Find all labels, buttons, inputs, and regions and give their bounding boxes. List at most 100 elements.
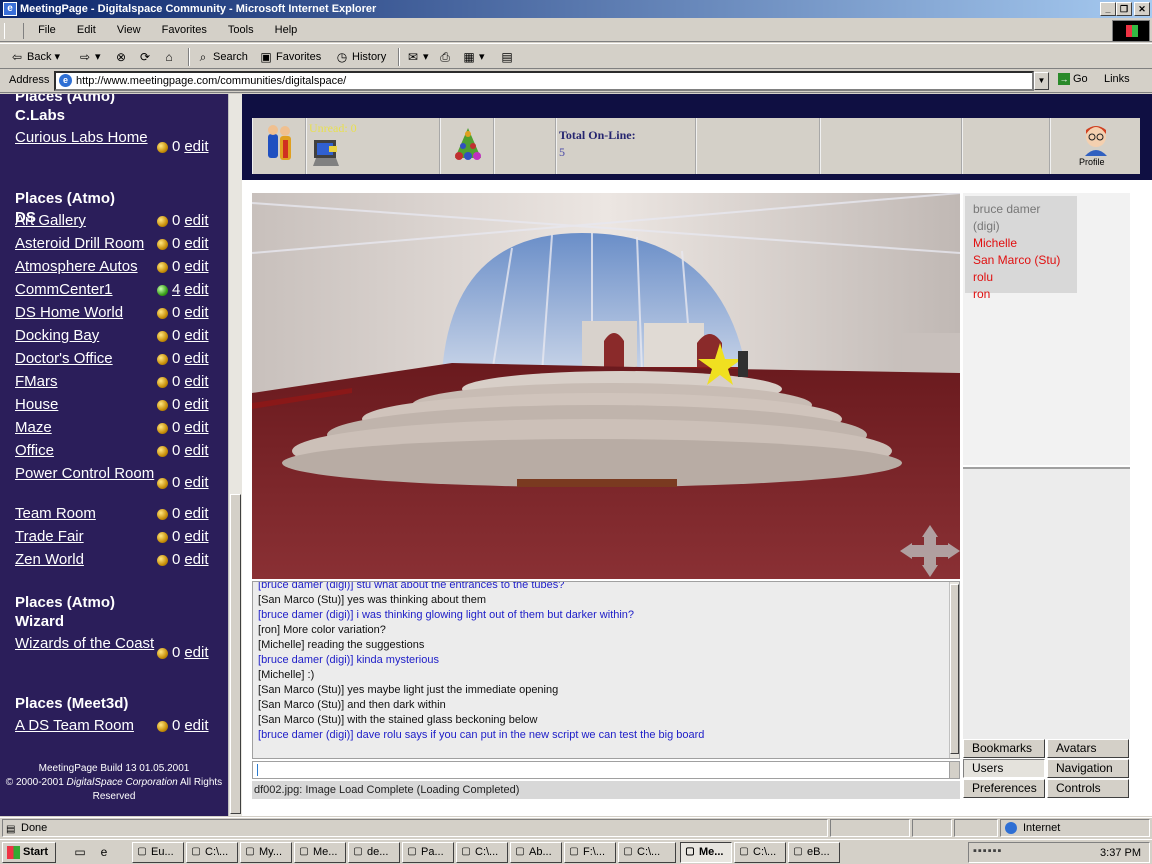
- place-link[interactable]: FMars: [15, 373, 155, 391]
- profile-button[interactable]: Profile: [1050, 118, 1140, 174]
- ie-quicklaunch-icon[interactable]: e: [96, 844, 112, 860]
- edit-place-link[interactable]: edit: [184, 235, 208, 252]
- tab-controls[interactable]: Controls: [1047, 779, 1129, 798]
- favorites-button[interactable]: ▣ Favorites: [259, 47, 321, 67]
- edit-place-link[interactable]: edit: [184, 644, 208, 661]
- links-button[interactable]: Links: [1104, 73, 1130, 85]
- edit-place-link[interactable]: edit: [184, 327, 208, 344]
- community-button[interactable]: [440, 118, 494, 174]
- back-dropdown-icon[interactable]: ▾: [55, 51, 61, 63]
- menu-tools[interactable]: Tools: [219, 20, 263, 40]
- minimize-button[interactable]: _: [1100, 2, 1116, 16]
- place-link[interactable]: Office: [15, 442, 155, 460]
- place-link[interactable]: Atmosphere Autos: [15, 258, 155, 276]
- back-button[interactable]: ⇦ Back ▾: [10, 47, 60, 67]
- place-link[interactable]: CommCenter1: [15, 281, 155, 299]
- taskbar-button[interactable]: ▢ eB...: [788, 842, 840, 863]
- edit-place-link[interactable]: edit: [184, 419, 208, 436]
- start-button[interactable]: Start: [2, 842, 56, 863]
- people-button[interactable]: [252, 118, 306, 174]
- place-link[interactable]: DS Home World: [15, 304, 155, 322]
- stop-button[interactable]: ⊗: [114, 47, 131, 67]
- menu-view[interactable]: View: [108, 20, 150, 40]
- home-button[interactable]: ⌂: [162, 47, 179, 67]
- edit-place-link[interactable]: edit: [184, 304, 208, 321]
- edit-place-link[interactable]: edit: [184, 528, 208, 545]
- tab-users[interactable]: Users: [963, 759, 1045, 778]
- show-desktop-icon[interactable]: ▭: [72, 844, 88, 860]
- mail-dropdown-icon[interactable]: ▾: [423, 51, 429, 63]
- edit-place-link[interactable]: edit: [184, 551, 208, 568]
- edit-place-link[interactable]: edit: [184, 258, 208, 275]
- user-list-item[interactable]: Michelle: [973, 235, 1069, 252]
- taskbar-button[interactable]: ▢ Me...: [294, 842, 346, 863]
- place-link[interactable]: Trade Fair: [15, 528, 155, 546]
- sidebar-scroll-thumb[interactable]: [230, 494, 241, 814]
- address-dropdown-button[interactable]: ▼: [1034, 72, 1049, 90]
- user-list-item[interactable]: San Marco (Stu): [973, 252, 1069, 269]
- unread-messages-button[interactable]: Unread: 0: [306, 118, 440, 174]
- chat-send-button[interactable]: [949, 762, 959, 778]
- place-link[interactable]: Asteroid Drill Room: [15, 235, 155, 253]
- sidebar-scrollbar[interactable]: [228, 94, 242, 816]
- tab-avatars[interactable]: Avatars: [1047, 739, 1129, 758]
- menu-edit[interactable]: Edit: [68, 20, 105, 40]
- go-button[interactable]: → Go: [1058, 73, 1088, 86]
- search-button[interactable]: ⌕ Search: [196, 47, 248, 67]
- place-link[interactable]: Wizards of the Coast: [15, 635, 155, 653]
- taskbar-button[interactable]: ▢ C:\...: [456, 842, 508, 863]
- place-link[interactable]: House: [15, 396, 155, 414]
- tray-icons[interactable]: ▪▪▪▪▪▪: [973, 845, 1002, 857]
- taskbar-button[interactable]: ▢ Ab...: [510, 842, 562, 863]
- user-list-item[interactable]: bruce damer (digi): [973, 201, 1069, 235]
- place-link[interactable]: Maze: [15, 419, 155, 437]
- tab-navigation[interactable]: Navigation: [1047, 759, 1129, 778]
- edit-place-link[interactable]: edit: [184, 396, 208, 413]
- taskbar-button[interactable]: ▢ C:\...: [734, 842, 786, 863]
- taskbar-button[interactable]: ▢ Eu...: [132, 842, 184, 863]
- place-link[interactable]: Team Room: [15, 505, 155, 523]
- edit-place-link[interactable]: edit: [184, 373, 208, 390]
- edit-place-link[interactable]: edit: [184, 505, 208, 522]
- edit-place-link[interactable]: edit: [184, 281, 208, 298]
- 3d-world-view[interactable]: [252, 193, 960, 579]
- taskbar-button[interactable]: ▢ C:\...: [186, 842, 238, 863]
- chat-scroll-thumb[interactable]: [950, 584, 959, 754]
- taskbar-button[interactable]: ▢ C:\...: [618, 842, 676, 863]
- chat-input[interactable]: [253, 762, 943, 778]
- refresh-button[interactable]: ⟳: [138, 47, 155, 67]
- menu-favorites[interactable]: Favorites: [153, 20, 216, 40]
- tab-bookmarks[interactable]: Bookmarks: [963, 739, 1045, 758]
- restore-button[interactable]: ❐: [1116, 2, 1132, 16]
- place-link[interactable]: Art Gallery: [15, 212, 155, 230]
- edit-dropdown-icon[interactable]: ▾: [479, 51, 485, 63]
- user-list-item[interactable]: ron: [973, 286, 1069, 303]
- edit-place-link[interactable]: edit: [184, 212, 208, 229]
- history-button[interactable]: ◷ History: [335, 47, 386, 67]
- taskbar-button[interactable]: ▢ de...: [348, 842, 400, 863]
- edit-place-link[interactable]: edit: [184, 717, 208, 734]
- place-link[interactable]: Power Control Room: [15, 465, 155, 483]
- occupant-count[interactable]: 4: [172, 281, 180, 298]
- user-list-item[interactable]: rolu: [973, 269, 1069, 286]
- edit-place-link[interactable]: edit: [184, 138, 208, 155]
- edit-place-link[interactable]: edit: [184, 350, 208, 367]
- place-link[interactable]: Zen World: [15, 551, 155, 569]
- place-link[interactable]: A DS Team Room: [15, 717, 155, 735]
- edit-place-link[interactable]: edit: [184, 474, 208, 491]
- tab-preferences[interactable]: Preferences: [963, 779, 1045, 798]
- chat-log[interactable]: [bruce damer (digi)] stu what about the …: [252, 581, 960, 759]
- address-url[interactable]: http://www.meetingpage.com/communities/d…: [76, 75, 346, 87]
- place-link[interactable]: Doctor's Office: [15, 350, 155, 368]
- taskbar-button[interactable]: ▢ Me...: [680, 842, 732, 863]
- menu-file[interactable]: File: [29, 20, 65, 40]
- menu-help[interactable]: Help: [266, 20, 307, 40]
- taskbar-button[interactable]: ▢ My...: [240, 842, 292, 863]
- address-input[interactable]: e http://www.meetingpage.com/communities…: [54, 71, 1034, 91]
- chat-scrollbar[interactable]: [949, 582, 959, 758]
- taskbar-button[interactable]: ▢ Pa...: [402, 842, 454, 863]
- edit-page-button[interactable]: ▦ ▾: [462, 47, 485, 67]
- print-button[interactable]: ⎙: [438, 47, 455, 67]
- close-button[interactable]: ✕: [1134, 2, 1150, 16]
- taskbar-button[interactable]: ▢ F:\...: [564, 842, 616, 863]
